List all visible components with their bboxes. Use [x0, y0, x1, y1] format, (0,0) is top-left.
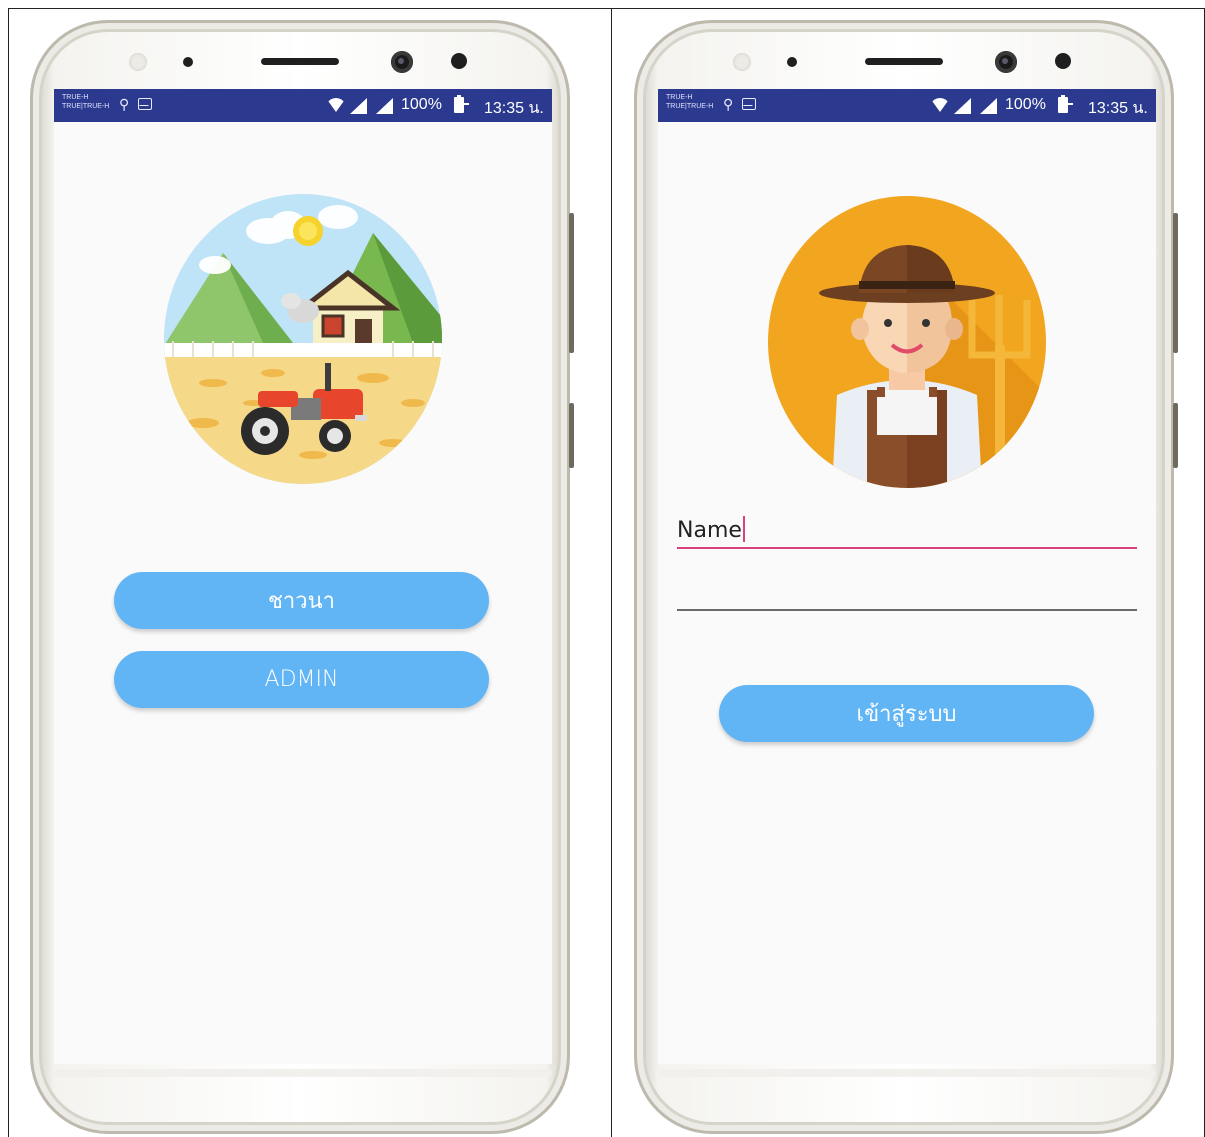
bottom-bezel [658, 1069, 1156, 1077]
signal-icon [350, 98, 367, 114]
text-cursor [742, 516, 745, 542]
phone-frame-login: TRUE-H TRUE|TRUE-H ⚲ 100% 13:35 น. Name … [634, 20, 1178, 1134]
power-button [1173, 403, 1178, 468]
signal-2-icon [376, 98, 393, 114]
battery-percent: 100% [401, 96, 442, 113]
wifi-icon [326, 98, 346, 112]
status-bar: TRUE-H TRUE|TRUE-H ⚲ 100% 13:35 น. [658, 89, 1156, 122]
app-screen-role-select: TRUE-H TRUE|TRUE-H ⚲ 100% 13:35 น. ชาวนา… [54, 89, 552, 1064]
bottom-bezel [54, 1069, 552, 1077]
front-camera-2-icon [451, 53, 467, 69]
wifi-icon [930, 98, 950, 112]
usb-icon: ⚲ [119, 96, 130, 112]
sensor-dot [787, 57, 797, 67]
farmer-avatar-illustration [768, 196, 1046, 488]
login-button[interactable]: เข้าสู่ระบบ [719, 685, 1094, 742]
phone-frame-role-select: TRUE-H TRUE|TRUE-H ⚲ 100% 13:35 น. ชาวนา… [30, 20, 574, 1134]
name-input[interactable]: Name [677, 509, 1137, 549]
activity-icon [138, 98, 152, 110]
farm-tractor-illustration [164, 194, 442, 484]
name-input-value: Name [677, 516, 745, 543]
battery-charging-icon [454, 95, 469, 113]
activity-icon [742, 98, 756, 110]
front-camera-2-icon [1055, 53, 1071, 69]
admin-button[interactable]: ADMIN [114, 651, 489, 708]
front-camera-icon [391, 51, 413, 73]
proximity-sensor [129, 53, 147, 71]
earpiece-speaker [865, 58, 943, 65]
signal-2-icon [980, 98, 997, 114]
status-bar: TRUE-H TRUE|TRUE-H ⚲ 100% 13:35 น. [54, 89, 552, 122]
carrier-label: TRUE-H TRUE|TRUE-H [62, 94, 110, 110]
signal-icon [954, 98, 971, 114]
status-clock: 13:35 น. [1088, 100, 1148, 117]
carrier-label: TRUE-H TRUE|TRUE-H [666, 94, 714, 110]
proximity-sensor [733, 53, 751, 71]
power-button [569, 403, 574, 468]
status-clock: 13:35 น. [484, 100, 544, 117]
volume-button [1173, 213, 1178, 353]
sensor-dot [183, 57, 193, 67]
front-camera-icon [995, 51, 1017, 73]
usb-icon: ⚲ [723, 96, 734, 112]
app-screen-login: TRUE-H TRUE|TRUE-H ⚲ 100% 13:35 น. Name … [658, 89, 1156, 1064]
battery-charging-icon [1058, 95, 1073, 113]
farmer-button[interactable]: ชาวนา [114, 572, 489, 629]
earpiece-speaker [261, 58, 339, 65]
volume-button [569, 213, 574, 353]
password-input[interactable] [677, 609, 1137, 611]
battery-percent: 100% [1005, 96, 1046, 113]
